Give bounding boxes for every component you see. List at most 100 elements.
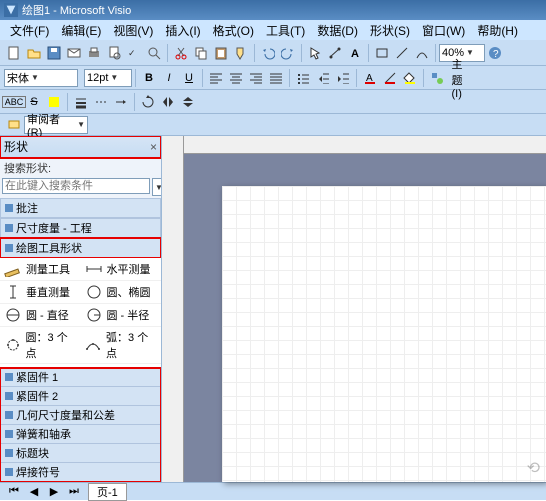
bold-button[interactable]: B [140,69,158,87]
help-button[interactable]: ? [486,44,504,62]
titlebar: 绘图1 - Microsoft Visio [0,0,546,20]
shape-item[interactable]: 测量工具 [0,258,81,281]
category-item-active[interactable]: 绘图工具形状 [0,238,161,258]
paste-button[interactable] [212,44,230,62]
open-button[interactable] [25,44,43,62]
toolbar-format: 宋体▼ 12pt▼ B I U A 主题(I) [0,66,546,90]
print-preview-button[interactable] [105,44,123,62]
menu-item[interactable]: 插入(I) [159,22,206,39]
save-button[interactable] [45,44,63,62]
statusbar: ⏮ ◀ ▶ ⏭ 页-1 [0,482,546,500]
line-color-button[interactable] [381,69,399,87]
pointer-tool[interactable] [306,44,324,62]
strike-button[interactable]: S [25,93,43,111]
page-tab[interactable]: 页-1 [88,483,127,501]
rectangle-tool[interactable] [373,44,391,62]
tab-nav-first[interactable]: ⏮ [5,483,23,501]
close-panel-icon[interactable]: × [150,140,157,154]
menu-item[interactable]: 编辑(E) [55,22,107,39]
reviewer-combo[interactable]: 审阅者(R)▼ [24,116,88,134]
mail-button[interactable] [65,44,83,62]
align-left-button[interactable] [207,69,225,87]
shape-item[interactable]: 圆：3 个点 [0,327,81,364]
flip-h-button[interactable] [159,93,177,111]
underline-button[interactable]: U [180,69,198,87]
drawing-canvas[interactable] [222,186,546,482]
fill-color-button[interactable] [401,69,419,87]
align-center-button[interactable] [227,69,245,87]
new-button[interactable] [5,44,23,62]
tab-nav-last[interactable]: ⏭ [65,483,83,501]
search-dropdown[interactable]: ▼ [152,178,162,196]
category-item[interactable]: 焊接符号 [0,462,161,482]
align-right-button[interactable] [247,69,265,87]
shape-search-input[interactable] [2,178,150,194]
cut-button[interactable] [172,44,190,62]
shapes-panel-button[interactable] [428,69,446,87]
copy-button[interactable] [192,44,210,62]
shape-icon [84,260,104,278]
category-item[interactable]: 尺寸度量 - 工程 [0,218,161,238]
font-name-combo[interactable]: 宋体▼ [4,69,78,87]
increase-indent-button[interactable] [334,69,352,87]
shape-item[interactable]: 水平测量 [81,258,162,281]
italic-button[interactable]: I [160,69,178,87]
menu-item[interactable]: 窗口(W) [416,22,471,39]
bullets-button[interactable] [294,69,312,87]
research-button[interactable] [145,44,163,62]
flip-v-button[interactable] [179,93,197,111]
shape-label: 圆、椭圆 [107,284,151,300]
undo-button[interactable] [259,44,277,62]
align-justify-button[interactable] [267,69,285,87]
text-tool[interactable]: A [346,44,364,62]
category-item[interactable]: 标题块 [0,443,161,463]
line-tool[interactable] [393,44,411,62]
font-size-combo[interactable]: 12pt▼ [84,69,132,87]
shape-label: 圆：3 个点 [26,329,78,361]
shape-label: 垂直测量 [26,284,70,300]
category-item[interactable]: 紧固件 1 [0,367,161,387]
menu-item[interactable]: 文件(F) [4,22,55,39]
shape-item[interactable]: 圆 - 直径 [0,304,81,327]
redo-button[interactable] [279,44,297,62]
shape-label: 水平测量 [107,261,151,277]
line-ends-button[interactable] [112,93,130,111]
tab-nav-prev[interactable]: ◀ [25,483,43,501]
menu-item[interactable]: 格式(O) [207,22,260,39]
arc-tool[interactable] [413,44,431,62]
menu-item[interactable]: 工具(T) [260,22,311,39]
shape-icon [3,283,23,301]
shape-item[interactable]: 垂直测量 [0,281,81,304]
category-item[interactable]: 紧固件 2 [0,386,161,406]
rotate-button[interactable] [139,93,157,111]
line-weight-button[interactable] [72,93,90,111]
category-item[interactable]: 批注 [0,198,161,218]
menu-item[interactable]: 视图(V) [107,22,159,39]
theme-button[interactable]: 主题(I) [448,69,466,87]
format-painter-button[interactable] [232,44,250,62]
shape-icon [84,336,104,354]
shape-item[interactable]: 圆 - 半径 [81,304,162,327]
category-item[interactable]: 几何尺寸度量和公差 [0,405,161,425]
text-annot-button[interactable]: ABC [5,93,23,111]
category-item[interactable]: 弹簧和轴承 [0,424,161,444]
menu-item[interactable]: 形状(S) [364,22,416,39]
comment-button[interactable] [5,116,23,134]
shape-icon [84,306,104,324]
shape-item[interactable]: 弧：3 个点 [81,327,162,364]
shape-item[interactable]: 圆、椭圆 [81,281,162,304]
shape-icon [3,306,23,324]
decrease-indent-button[interactable] [314,69,332,87]
font-color-button[interactable]: A [361,69,379,87]
menu-item[interactable]: 数据(D) [311,22,364,39]
panel-title: 形状 [4,138,28,155]
menu-item[interactable]: 帮助(H) [471,22,524,39]
tab-nav-next[interactable]: ▶ [45,483,63,501]
toolbar-reviewer: 审阅者(R)▼ [0,114,546,136]
category-list-top: 批注 尺寸度量 - 工程 绘图工具形状 [0,198,161,258]
connector-tool[interactable] [326,44,344,62]
line-pattern-button[interactable] [92,93,110,111]
spellcheck-button[interactable]: ✓ [125,44,143,62]
print-button[interactable] [85,44,103,62]
highlight-button[interactable] [45,93,63,111]
